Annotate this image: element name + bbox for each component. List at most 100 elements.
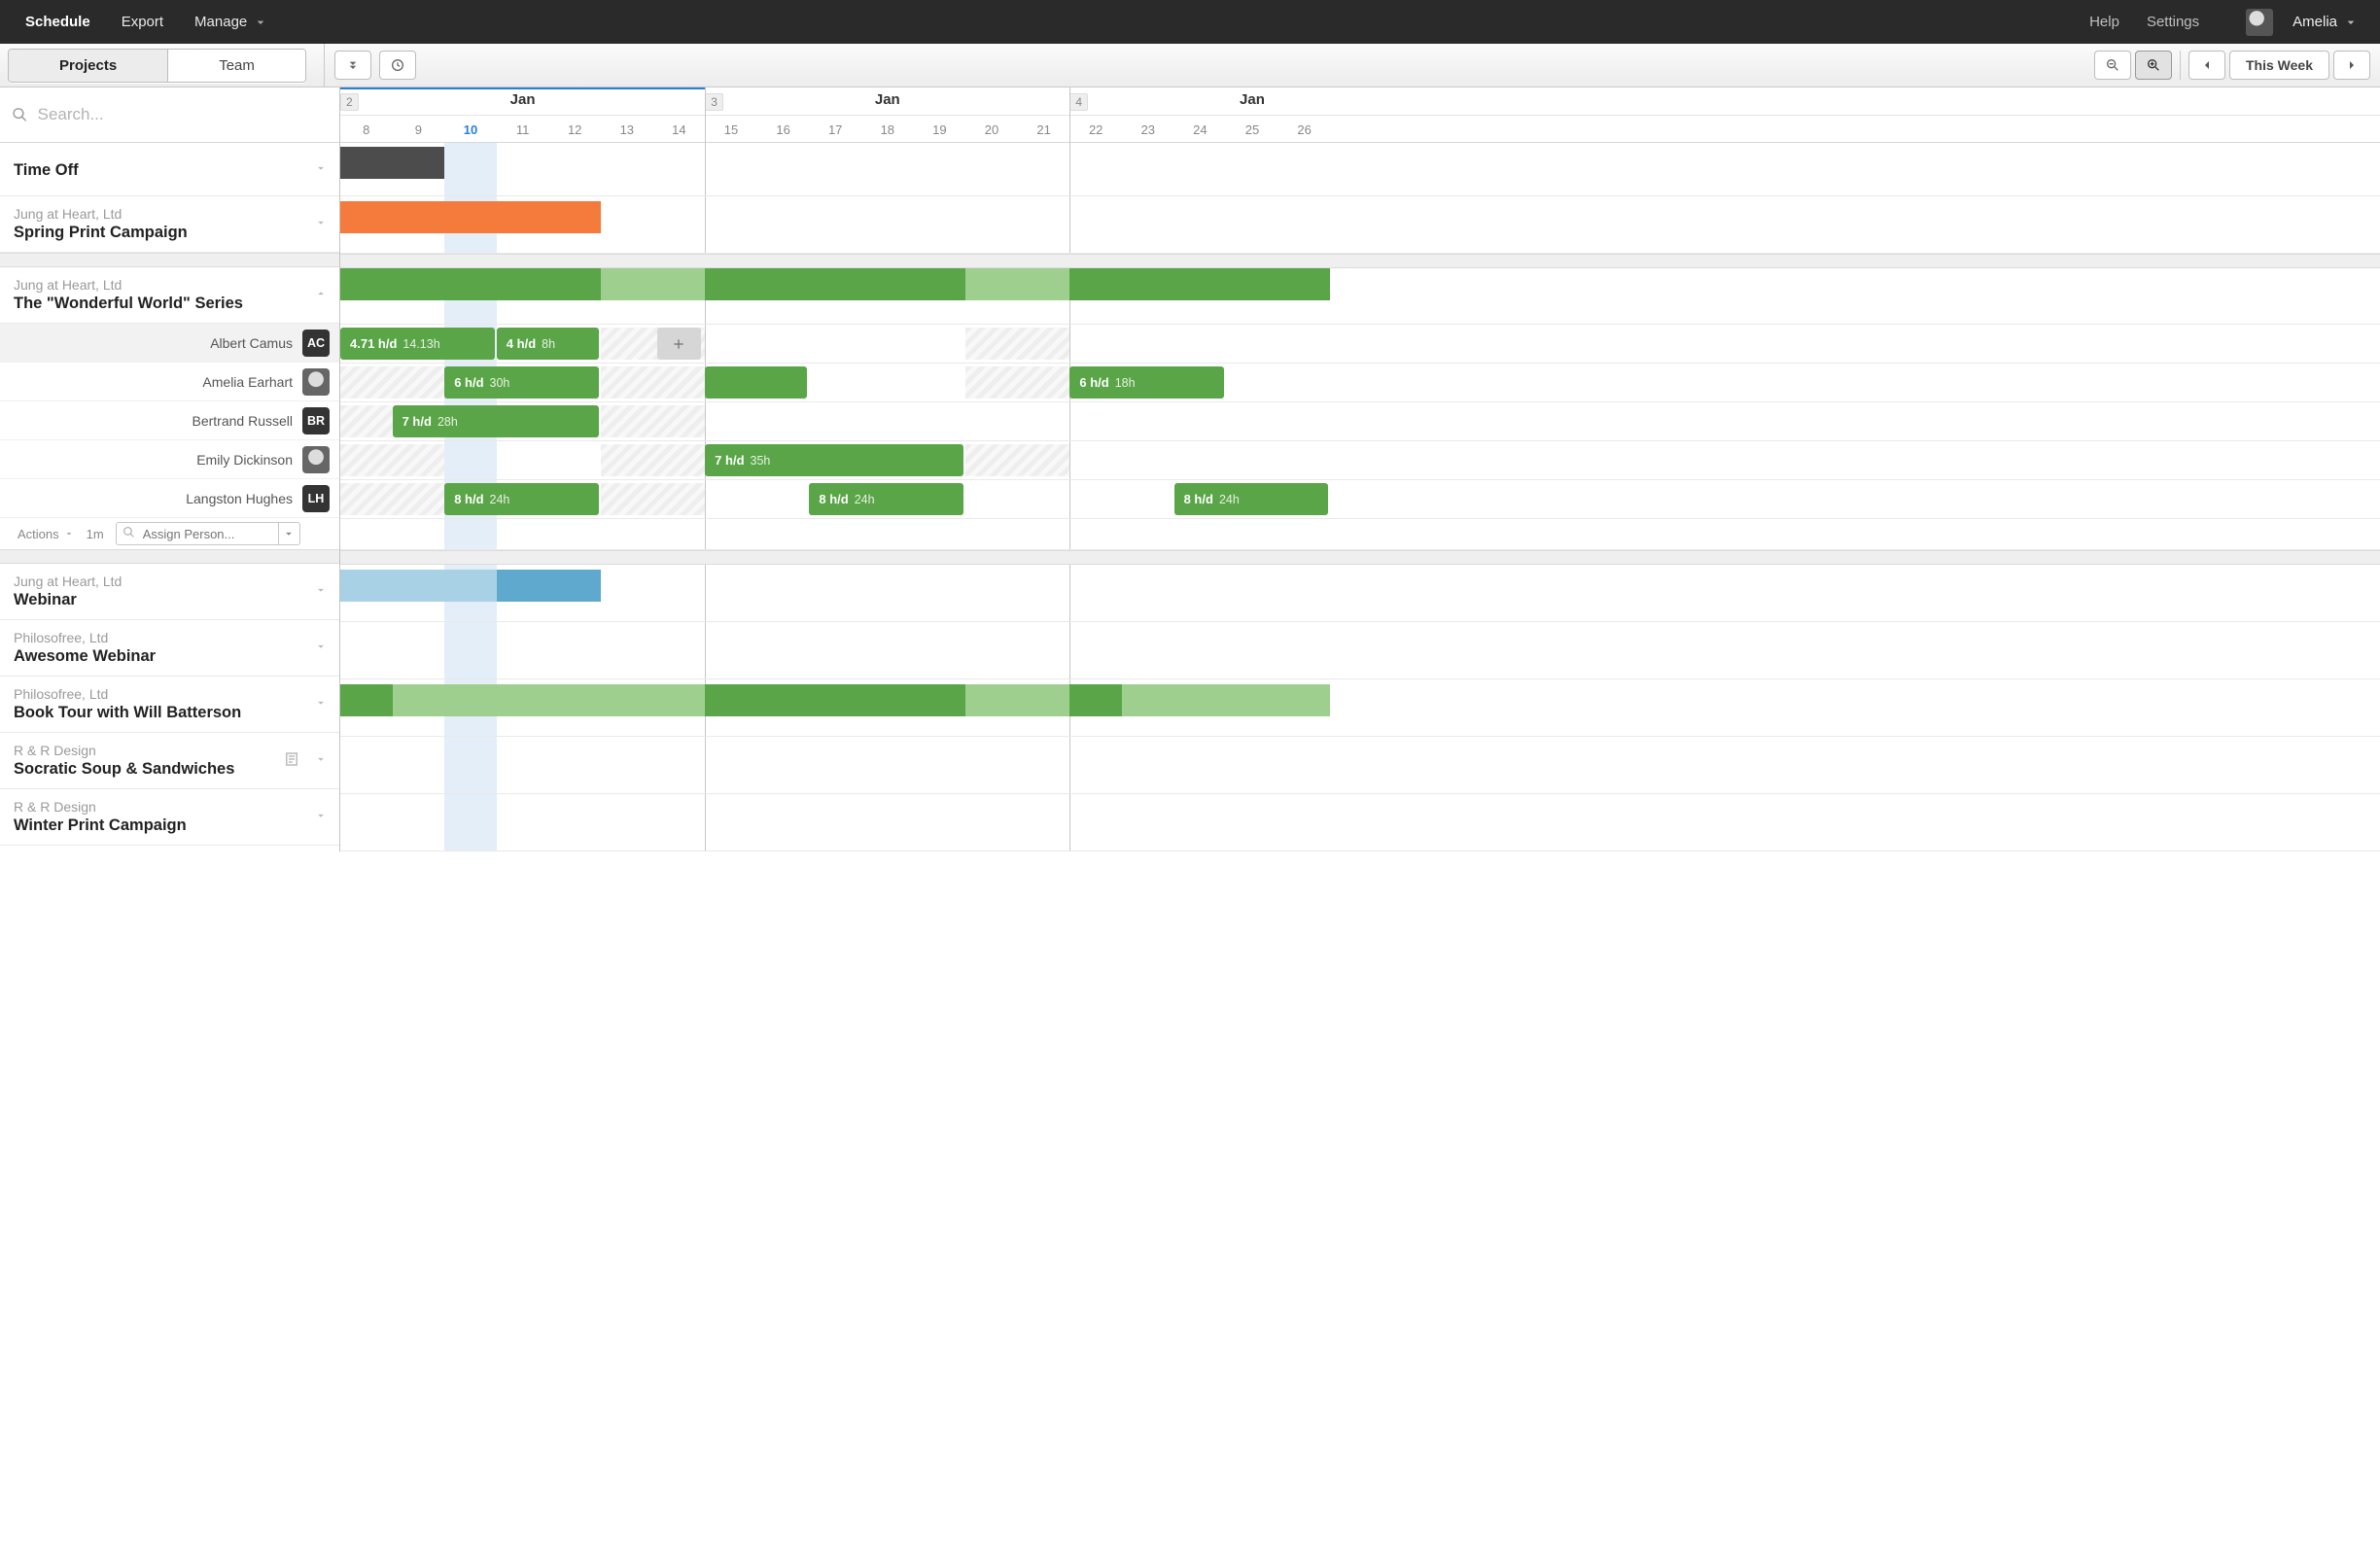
day-header[interactable]: 17 [809, 116, 861, 143]
person-row[interactable]: Albert Camus AC [0, 324, 339, 363]
day-header[interactable]: 15 [705, 116, 757, 143]
timeline-row[interactable]: 8 h/d24h 8 h/d24h 8 h/d24h [340, 480, 2380, 519]
zoom-in-button[interactable] [2135, 51, 2172, 80]
profile-icon[interactable] [2213, 12, 2240, 33]
project-row-awesome[interactable]: Philosofree, Ltd Awesome Webinar [0, 620, 339, 677]
timeline-row[interactable] [340, 794, 2380, 851]
schedule-bar[interactable]: 4 h/d8h [497, 328, 599, 360]
schedule-bar[interactable] [340, 201, 601, 233]
time-mode-button[interactable] [379, 51, 416, 80]
person-row[interactable]: Bertrand Russell BR [0, 401, 339, 440]
actions-menu[interactable]: Actions [18, 527, 75, 541]
day-header[interactable]: 8 [340, 116, 393, 143]
schedule-bar[interactable]: 8 h/d24h [1174, 483, 1329, 515]
nav-manage[interactable]: Manage [179, 2, 284, 42]
schedule-bar[interactable] [340, 570, 497, 602]
timeline-row[interactable] [340, 196, 2380, 254]
timeline-row[interactable]: 4.71 h/d14.13h4 h/d8h [340, 325, 2380, 364]
assign-person-input[interactable] [141, 526, 278, 542]
nav-help[interactable]: Help [2076, 6, 2133, 38]
day-header[interactable]: 21 [1018, 116, 1070, 143]
schedule-bar[interactable]: 6 h/d30h [444, 366, 599, 399]
project-row-booktour[interactable]: Philosofree, Ltd Book Tour with Will Bat… [0, 677, 339, 733]
nav-schedule[interactable]: Schedule [10, 2, 106, 42]
project-row-wonderful[interactable]: Jung at Heart, Ltd The "Wonderful World"… [0, 267, 339, 324]
schedule-bar[interactable] [705, 268, 965, 300]
day-header[interactable]: 16 [757, 116, 810, 143]
timeline-row[interactable] [340, 737, 2380, 794]
view-projects-button[interactable]: Projects [9, 50, 167, 82]
add-allocation-button[interactable] [657, 328, 701, 360]
schedule-bar[interactable]: 7 h/d35h [705, 444, 963, 476]
schedule-bar[interactable]: 6 h/d18h [1069, 366, 1224, 399]
day-header[interactable]: 11 [497, 116, 549, 143]
timeline-body[interactable]: 4.71 h/d14.13h4 h/d8h 6 h/d30h 6 h/d18h 7 … [340, 143, 2380, 851]
schedule-bar[interactable] [965, 684, 1069, 716]
schedule-bar[interactable] [1122, 684, 1330, 716]
day-header[interactable]: 18 [861, 116, 914, 143]
day-header[interactable]: 14 [653, 116, 706, 143]
divider [0, 253, 339, 267]
schedule-bar[interactable] [497, 570, 601, 602]
week-number: 2 [340, 93, 359, 111]
next-period-button[interactable] [2333, 51, 2370, 80]
search-input[interactable] [36, 104, 328, 125]
person-row[interactable]: Langston Hughes LH [0, 479, 339, 518]
schedule-bar[interactable] [340, 147, 444, 179]
schedule-bar[interactable]: 4.71 h/d14.13h [340, 328, 495, 360]
project-row-winter[interactable]: R & R Design Winter Print Campaign [0, 789, 339, 846]
view-team-button[interactable]: Team [167, 50, 305, 82]
person-row[interactable]: Emily Dickinson [0, 440, 339, 479]
schedule-bar[interactable] [965, 268, 1069, 300]
schedule-bar[interactable] [601, 268, 705, 300]
user-avatar[interactable] [2246, 9, 2273, 36]
timeline-row[interactable] [340, 268, 2380, 325]
prev-period-button[interactable] [2188, 51, 2225, 80]
week-number: 3 [705, 93, 723, 111]
project-title: Socratic Soup & Sandwiches [14, 760, 283, 779]
timeline-row[interactable] [340, 565, 2380, 622]
user-menu[interactable]: Amelia [2279, 6, 2372, 38]
schedule-bar[interactable]: 8 h/d24h [809, 483, 963, 515]
day-header[interactable]: 20 [965, 116, 1018, 143]
project-row-time-off[interactable]: Time Off [0, 143, 339, 196]
schedule-bar[interactable] [1069, 684, 1122, 716]
nav-settings[interactable]: Settings [2133, 6, 2213, 38]
nav-export[interactable]: Export [106, 2, 179, 42]
day-header[interactable]: 24 [1174, 116, 1227, 143]
assign-person-combo[interactable] [116, 522, 300, 545]
day-header[interactable]: 10 [444, 116, 497, 143]
project-row-spring[interactable]: Jung at Heart, Ltd Spring Print Campaign [0, 196, 339, 253]
schedule-bar[interactable] [393, 684, 706, 716]
timeline-row[interactable] [340, 143, 2380, 196]
day-header[interactable]: 9 [393, 116, 445, 143]
zoom-out-button[interactable] [2094, 51, 2131, 80]
day-header[interactable]: 22 [1069, 116, 1122, 143]
person-row[interactable]: Amelia Earhart [0, 363, 339, 401]
timeline-row[interactable]: 7 h/d28h [340, 402, 2380, 441]
day-header[interactable]: 19 [914, 116, 966, 143]
day-header[interactable]: 26 [1278, 116, 1331, 143]
timeline-row[interactable]: 6 h/d30h 6 h/d18h [340, 364, 2380, 402]
project-row-webinar[interactable]: Jung at Heart, Ltd Webinar [0, 564, 339, 620]
timeline-row[interactable] [340, 622, 2380, 679]
schedule-bar[interactable] [1122, 268, 1330, 300]
schedule-bar[interactable] [1069, 268, 1122, 300]
schedule-bar[interactable]: 7 h/d28h [393, 405, 599, 437]
assign-dropdown-toggle[interactable] [278, 523, 299, 544]
this-week-button[interactable]: This Week [2229, 51, 2329, 80]
day-header[interactable]: 25 [1226, 116, 1278, 143]
day-header[interactable]: 13 [601, 116, 653, 143]
expand-all-button[interactable] [334, 51, 371, 80]
timeline-row[interactable] [340, 679, 2380, 737]
schedule-bar[interactable] [705, 684, 965, 716]
day-header[interactable]: 23 [1122, 116, 1174, 143]
project-row-socratic[interactable]: R & R Design Socratic Soup & Sandwiches [0, 733, 339, 789]
timeline-row[interactable]: 7 h/d35h [340, 441, 2380, 480]
schedule-bar[interactable]: 8 h/d24h [444, 483, 599, 515]
schedule-bar[interactable] [340, 268, 601, 300]
schedule-bar[interactable] [340, 684, 393, 716]
day-header[interactable]: 12 [548, 116, 601, 143]
schedule-bar[interactable] [705, 366, 807, 399]
timeline-row[interactable] [340, 519, 2380, 550]
